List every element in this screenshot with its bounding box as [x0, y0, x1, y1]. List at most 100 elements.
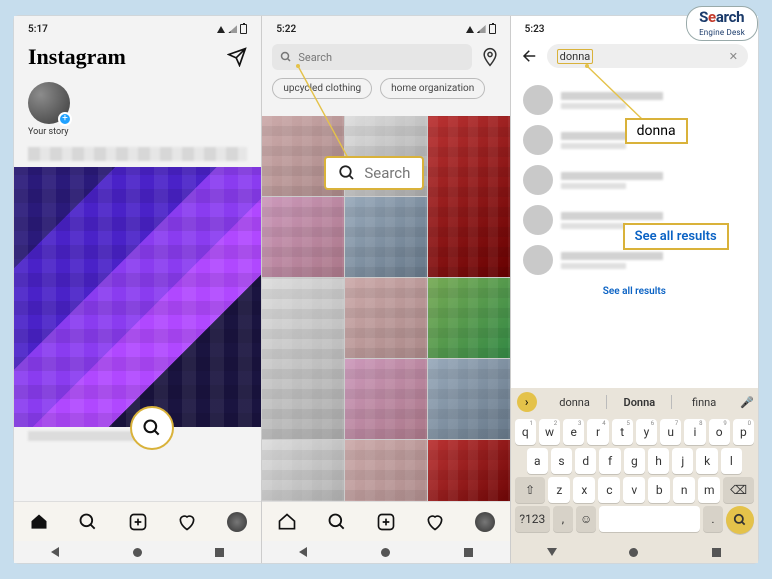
- nav-search-icon[interactable]: [78, 512, 98, 532]
- your-story-avatar[interactable]: +: [28, 82, 70, 124]
- nav-home-icon[interactable]: [277, 512, 297, 532]
- status-time: 5:23: [525, 24, 545, 35]
- key-a[interactable]: a: [527, 448, 548, 474]
- android-recents-icon[interactable]: [215, 548, 224, 557]
- explore-tile[interactable]: [428, 116, 510, 277]
- key-d[interactable]: d: [575, 448, 596, 474]
- back-arrow-icon[interactable]: [521, 47, 539, 65]
- explore-tile[interactable]: [428, 359, 510, 439]
- key-g[interactable]: g: [624, 448, 645, 474]
- status-bar: 5:22: [262, 16, 509, 36]
- status-indicators: [466, 24, 496, 34]
- status-time: 5:22: [276, 24, 296, 35]
- add-story-icon[interactable]: +: [58, 112, 72, 126]
- explore-tile[interactable]: [345, 359, 427, 439]
- nav-profile-avatar[interactable]: [227, 512, 247, 532]
- chip-upcycled[interactable]: upcycled clothing: [272, 78, 372, 99]
- suggestion-word[interactable]: finna: [672, 396, 736, 409]
- key-r[interactable]: r4: [587, 419, 608, 445]
- android-back-icon[interactable]: [51, 547, 59, 557]
- feed-post-image[interactable]: [14, 167, 261, 427]
- key-w[interactable]: w2: [539, 419, 560, 445]
- explore-tile[interactable]: [345, 197, 427, 277]
- key-n[interactable]: n: [673, 477, 695, 503]
- status-time: 5:17: [28, 24, 48, 35]
- key-l[interactable]: l: [721, 448, 742, 474]
- key-s[interactable]: s: [551, 448, 572, 474]
- status-indicators: [217, 24, 247, 34]
- search-row: Search: [262, 36, 509, 78]
- watermark-badge: Search Engine Desk: [686, 6, 758, 41]
- key-search-go[interactable]: [726, 506, 754, 534]
- see-all-results-link[interactable]: See all results: [511, 280, 758, 303]
- nav-activity-icon[interactable]: [177, 512, 197, 532]
- clear-icon[interactable]: ✕: [729, 50, 738, 63]
- suggestion-word[interactable]: Donna: [607, 396, 671, 409]
- keyboard-suggestions: › donna Donna finna 🎤: [511, 388, 758, 416]
- nav-profile-avatar[interactable]: [475, 512, 495, 532]
- key-z[interactable]: z: [548, 477, 570, 503]
- android-back-icon[interactable]: [547, 548, 557, 556]
- android-nav-bar: [262, 541, 509, 563]
- key-e[interactable]: e3: [563, 419, 584, 445]
- chip-home-org[interactable]: home organization: [380, 78, 485, 99]
- key-f[interactable]: f: [599, 448, 620, 474]
- nav-home-icon[interactable]: [29, 512, 49, 532]
- key-k[interactable]: k: [696, 448, 717, 474]
- callout-query: donna: [625, 118, 688, 144]
- nav-activity-icon[interactable]: [425, 512, 445, 532]
- search-input-filled[interactable]: donna ✕: [547, 44, 748, 68]
- callout-see-all: See all results: [623, 223, 729, 250]
- android-recents-icon[interactable]: [712, 548, 721, 557]
- suggestion-word[interactable]: donna: [543, 396, 607, 409]
- nav-create-icon[interactable]: [128, 512, 148, 532]
- key-y[interactable]: y6: [636, 419, 657, 445]
- key-m[interactable]: m: [698, 477, 720, 503]
- key-o[interactable]: o9: [709, 419, 730, 445]
- search-input[interactable]: Search: [272, 44, 471, 70]
- key-q[interactable]: q1: [515, 419, 536, 445]
- suggestion-expand-icon[interactable]: ›: [517, 392, 537, 412]
- key-dot[interactable]: .: [703, 506, 723, 532]
- nav-create-icon[interactable]: [376, 512, 396, 532]
- key-b[interactable]: b: [648, 477, 670, 503]
- battery-icon: [240, 24, 247, 34]
- key-j[interactable]: j: [672, 448, 693, 474]
- phone-screen-3: 5:23 donna ✕ See all results donna See a…: [511, 16, 758, 563]
- key-p[interactable]: p0: [733, 419, 754, 445]
- key-space[interactable]: [599, 506, 700, 532]
- callout-search-text: Search: [364, 164, 410, 182]
- key-backspace[interactable]: ⌫: [723, 477, 754, 503]
- key-shift[interactable]: ⇧: [515, 477, 546, 503]
- key-v[interactable]: v: [623, 477, 645, 503]
- key-numbers[interactable]: ?123: [515, 506, 550, 532]
- dm-send-icon[interactable]: [227, 47, 247, 67]
- battery-icon: [489, 24, 496, 34]
- key-i[interactable]: i8: [684, 419, 705, 445]
- search-header: donna ✕: [511, 36, 758, 76]
- nav-search-icon[interactable]: [327, 512, 347, 532]
- map-pin-icon[interactable]: [480, 47, 500, 67]
- key-t[interactable]: t5: [612, 419, 633, 445]
- key-h[interactable]: h: [648, 448, 669, 474]
- key-x[interactable]: x: [573, 477, 595, 503]
- android-back-icon[interactable]: [299, 547, 307, 557]
- android-home-icon[interactable]: [629, 548, 638, 557]
- explore-tile[interactable]: [262, 278, 344, 439]
- key-emoji[interactable]: ☺: [576, 506, 596, 532]
- signal-icon: [477, 25, 486, 33]
- android-nav-bar: [511, 541, 758, 563]
- key-u[interactable]: u7: [660, 419, 681, 445]
- wifi-icon: [466, 26, 474, 33]
- explore-tile[interactable]: [345, 278, 427, 358]
- key-comma[interactable]: ,: [553, 506, 573, 532]
- search-result-item[interactable]: [511, 80, 758, 120]
- explore-tile[interactable]: [428, 278, 510, 358]
- android-home-icon[interactable]: [381, 548, 390, 557]
- mic-icon[interactable]: 🎤: [736, 396, 758, 409]
- key-c[interactable]: c: [598, 477, 620, 503]
- search-result-item[interactable]: [511, 160, 758, 200]
- android-home-icon[interactable]: [133, 548, 142, 557]
- android-recents-icon[interactable]: [464, 548, 473, 557]
- explore-tile[interactable]: [262, 197, 344, 277]
